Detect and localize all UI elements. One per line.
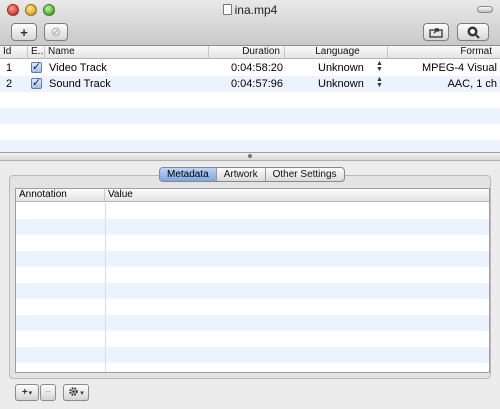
row-stripe <box>0 124 500 140</box>
row-stripe <box>16 219 489 235</box>
column-header-duration[interactable]: Duration <box>209 46 285 59</box>
track-id: 2 <box>6 78 13 90</box>
remove-button-label: ⊘ <box>50 24 62 39</box>
row-stripe <box>0 92 500 108</box>
row-stripe <box>0 108 500 124</box>
column-header-annotation[interactable]: Annotation <box>16 189 105 202</box>
row-stripe <box>16 347 489 363</box>
app-window: ina.mp4 + ⊘ Id E... Name Duration Langua… <box>0 0 500 409</box>
up-down-arrows-icon: ▲ ▼ <box>376 60 383 73</box>
track-name[interactable]: Sound Track <box>49 76 111 92</box>
add-metadata-label: + <box>21 387 28 398</box>
row-stripe <box>0 140 500 152</box>
column-divider <box>105 202 106 372</box>
remove-metadata-button[interactable]: − <box>40 384 56 401</box>
track-language: Unknown <box>318 78 364 90</box>
row-stripe <box>16 267 489 283</box>
column-header-value[interactable]: Value <box>105 189 489 202</box>
split-view-divider[interactable] <box>0 152 500 161</box>
share-icon <box>429 26 443 38</box>
row-stripe <box>16 331 489 347</box>
column-header-name[interactable]: Name <box>45 46 209 59</box>
tab-artwork[interactable]: Artwork <box>217 168 266 181</box>
gear-icon <box>68 386 79 400</box>
table-row[interactable]: 1 Video Track 0:04:58:20 Unknown ▲▼ MPEG… <box>0 60 500 76</box>
up-down-arrows-icon: ▲ ▼ <box>376 76 383 89</box>
track-duration: 0:04:57:96 <box>231 78 283 90</box>
preview-icon <box>466 25 480 39</box>
add-metadata-button[interactable]: + ▾ <box>15 384 39 401</box>
track-enabled-checkbox[interactable] <box>31 62 42 73</box>
table-row[interactable]: 2 Sound Track 0:04:57:96 Unknown ▲▼ AAC,… <box>0 76 500 92</box>
track-enabled-checkbox[interactable] <box>31 78 42 89</box>
toolbar-toggle-button[interactable] <box>477 6 493 13</box>
tracks-table-header: Id E... Name Duration Language Format <box>0 46 500 59</box>
track-language-popup[interactable]: Unknown ▲ ▼ <box>318 60 388 76</box>
track-format: MPEG-4 Visual <box>422 62 497 74</box>
track-format: AAC, 1 ch <box>447 78 497 90</box>
tab-metadata[interactable]: Metadata <box>160 168 217 181</box>
add-button-label: + <box>20 24 28 40</box>
metadata-table-header: Annotation Value <box>16 189 489 202</box>
add-button[interactable]: + <box>11 23 37 41</box>
splitter-grip-icon <box>248 154 252 158</box>
document-icon <box>222 4 232 15</box>
metadata-table: Annotation Value <box>15 188 490 373</box>
tab-other-settings[interactable]: Other Settings <box>266 168 344 181</box>
tracks-table: Id E... Name Duration Language Format 1 … <box>0 46 500 152</box>
row-stripe <box>16 203 489 219</box>
track-name[interactable]: Video Track <box>49 60 107 76</box>
row-stripe <box>16 283 489 299</box>
row-stripe <box>16 251 489 267</box>
window-title-text: ina.mp4 <box>234 3 278 17</box>
column-header-id[interactable]: Id <box>0 46 28 59</box>
tab-bar: Metadata Artwork Other Settings <box>159 167 345 182</box>
chevron-down-icon: ▾ <box>80 389 84 397</box>
column-header-enabled[interactable]: E... <box>28 46 45 59</box>
row-stripe <box>16 235 489 251</box>
remove-button[interactable]: ⊘ <box>44 23 68 41</box>
window-title: ina.mp4 <box>0 3 500 17</box>
row-stripe <box>16 299 489 315</box>
track-id: 1 <box>6 62 13 74</box>
column-header-format[interactable]: Format <box>388 46 500 59</box>
titlebar: ina.mp4 + ⊘ <box>0 0 500 46</box>
chevron-down-icon: ▾ <box>28 389 33 397</box>
track-language-popup[interactable]: Unknown ▲ ▼ <box>318 76 388 92</box>
share-button[interactable] <box>423 23 449 41</box>
row-stripe <box>16 315 489 331</box>
column-header-language[interactable]: Language <box>285 46 388 59</box>
track-language: Unknown <box>318 62 364 74</box>
action-menu-button[interactable]: ▾ <box>63 384 89 401</box>
remove-metadata-label: − <box>45 387 51 398</box>
preview-button[interactable] <box>457 23 489 41</box>
track-duration: 0:04:58:20 <box>231 62 283 74</box>
row-stripe <box>16 363 489 372</box>
